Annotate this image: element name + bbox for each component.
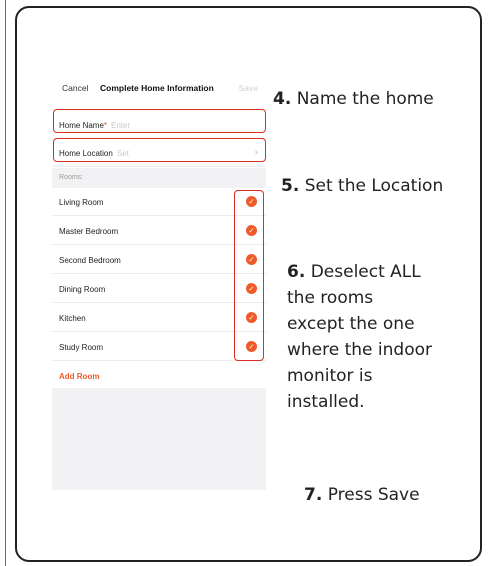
nav-bar: Cancel Complete Home Information Save (52, 76, 266, 98)
step-text: Deselect ALL (310, 262, 421, 282)
room-name: Master Bedroom (59, 227, 119, 236)
step-text-line: except the one (287, 314, 415, 334)
save-button[interactable]: Save (239, 83, 258, 93)
step-6: 6. Deselect ALL the rooms except the one… (287, 259, 432, 415)
step-4: 4. Name the home (273, 86, 434, 112)
empty-area (52, 388, 266, 490)
highlight-home-location (53, 138, 266, 162)
left-page-border (0, 0, 6, 566)
step-text: Set the Location (304, 176, 444, 196)
room-name: Living Room (59, 198, 104, 207)
add-room-button[interactable]: Add Room (52, 364, 266, 388)
room-name: Dining Room (59, 285, 106, 294)
room-name: Study Room (59, 343, 104, 352)
highlight-room-checks (234, 190, 264, 361)
step-number: 7. (304, 485, 323, 505)
step-number: 6. (287, 262, 306, 282)
highlight-home-name (53, 109, 266, 133)
page-title: Complete Home Information (100, 83, 214, 93)
step-text-line: where the indoor (287, 340, 432, 360)
step-text-line: monitor is (287, 366, 373, 386)
step-number: 4. (273, 89, 292, 109)
room-name: Second Bedroom (59, 256, 121, 265)
step-number: 5. (281, 176, 300, 196)
step-text-line: the rooms (287, 288, 374, 308)
step-text-line: installed. (287, 392, 365, 412)
step-text: Name the home (296, 89, 434, 109)
step-7: 7. Press Save (304, 482, 420, 508)
rooms-header-label: Rooms: (59, 174, 84, 181)
room-name: Kitchen (59, 314, 86, 323)
cancel-button[interactable]: Cancel (62, 83, 88, 93)
add-room-label: Add Room (59, 372, 100, 381)
step-5: 5. Set the Location (281, 173, 443, 199)
rooms-section-header: Rooms: (52, 168, 266, 188)
step-text: Press Save (327, 485, 420, 505)
